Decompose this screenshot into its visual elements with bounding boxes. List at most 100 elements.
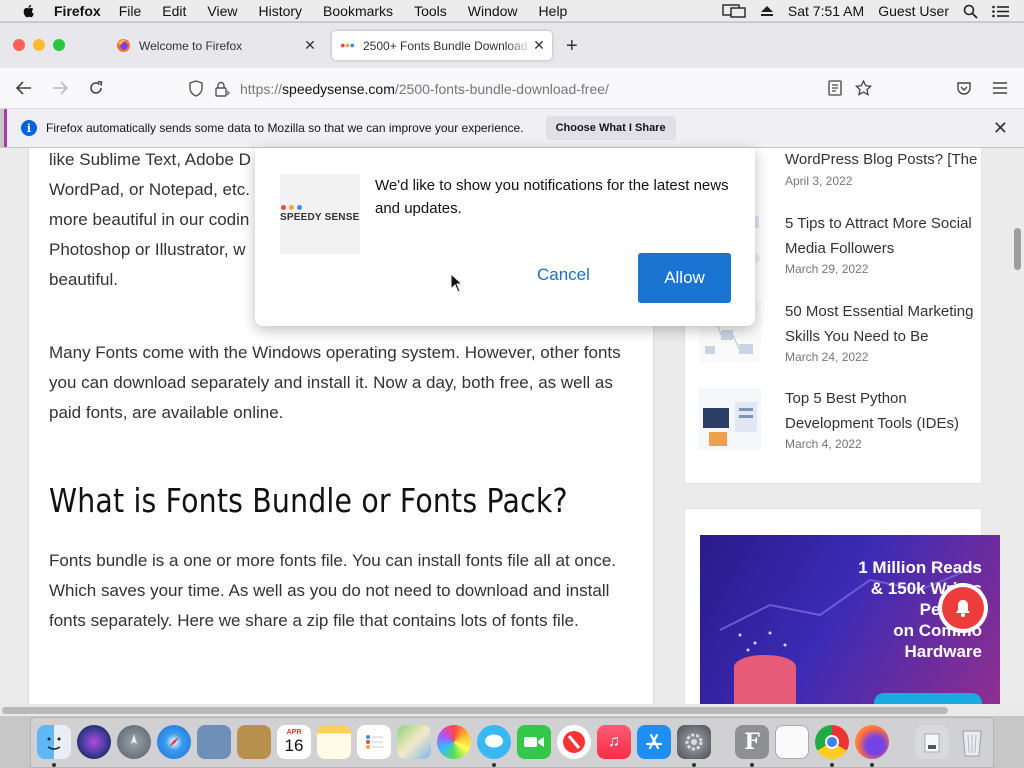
article-paragraph-fonts: Many Fonts come with the Windows operati…: [49, 343, 621, 422]
macos-menubar: Firefox File Edit View History Bookmarks…: [0, 0, 1024, 22]
url-path: /2500-fonts-bundle-download-free/: [394, 80, 609, 97]
database-cylinder-graphic: [734, 655, 796, 704]
preview-icon[interactable]: [197, 725, 231, 759]
safari-icon[interactable]: [157, 725, 191, 759]
post-title[interactable]: 50 Most Essential Marketing Skills You N…: [785, 299, 985, 349]
advertisement-banner[interactable]: 1 Million Reads & 150k Writes Per Sec on…: [700, 535, 1000, 704]
tab-label: 2500+ Fonts Bundle Download Free: [363, 38, 532, 53]
downloads-folder-icon[interactable]: [915, 725, 949, 759]
forward-arrow-icon[interactable]: [49, 77, 71, 99]
reader-view-icon[interactable]: [824, 77, 846, 99]
back-arrow-icon[interactable]: [13, 77, 35, 99]
notes-icon[interactable]: [317, 725, 351, 759]
window-zoom-button[interactable]: [53, 39, 65, 51]
eject-icon[interactable]: [760, 5, 774, 17]
post-date: March 4, 2022: [785, 437, 862, 451]
horizontal-scrollbar[interactable]: [0, 704, 1024, 716]
music-icon[interactable]: ♫: [597, 725, 631, 759]
contacts-icon[interactable]: [237, 725, 271, 759]
system-preferences-icon[interactable]: [677, 725, 711, 759]
tab-close-icon[interactable]: ✕: [532, 37, 546, 54]
tab-label: Welcome to Firefox: [139, 38, 243, 53]
launchpad-icon[interactable]: [117, 725, 151, 759]
mouse-cursor-icon: [450, 273, 464, 293]
url-prefix: https://: [240, 80, 283, 97]
push-notification-prompt: SPEEDY SENSE We'd like to show you notif…: [255, 148, 755, 326]
maps-icon[interactable]: [397, 725, 431, 759]
ad-cta-button[interactable]: [874, 693, 982, 704]
facetime-icon[interactable]: [517, 725, 551, 759]
tab-close-icon[interactable]: ✕: [302, 37, 318, 54]
pocket-icon[interactable]: [953, 77, 975, 99]
app-store-icon[interactable]: [637, 725, 671, 759]
music-note-glyph: ♫: [608, 733, 620, 750]
vertical-scrollbar[interactable]: [1012, 148, 1024, 704]
siri-icon[interactable]: [77, 725, 111, 759]
photos-icon[interactable]: [437, 725, 471, 759]
textedit-icon[interactable]: [775, 725, 809, 759]
tab-fonts-bundle[interactable]: 2500+ Fonts Bundle Download Free ✕: [332, 31, 552, 60]
bookmark-star-icon[interactable]: [852, 77, 874, 99]
address-bar[interactable]: https://speedysense.com/2500-fonts-bundl…: [180, 73, 880, 104]
running-indicator: [492, 763, 496, 767]
menu-help[interactable]: Help: [539, 3, 568, 19]
lock-icon[interactable]: [214, 81, 230, 97]
menu-window[interactable]: Window: [468, 3, 518, 19]
browser-tab-bar: Welcome to Firefox ✕ 2500+ Fonts Bundle …: [0, 23, 1024, 68]
post-title[interactable]: WordPress Blog Posts? [The: [785, 148, 985, 172]
macos-dock: APR 16 ♫ F: [30, 717, 994, 768]
allow-button[interactable]: Allow: [638, 253, 731, 303]
post-date: April 3, 2022: [785, 174, 853, 188]
infobar-close-icon[interactable]: ✕: [993, 118, 1008, 139]
ad-line: Hardware: [904, 642, 982, 661]
speedysense-icon: [340, 43, 355, 48]
post-title[interactable]: 5 Tips to Attract More Social Media Foll…: [785, 211, 985, 261]
menubar-user[interactable]: Guest User: [878, 3, 949, 19]
reload-icon[interactable]: [85, 77, 107, 99]
chrome-icon[interactable]: [815, 725, 849, 759]
menubar-clock[interactable]: Sat 7:51 AM: [788, 3, 864, 19]
menu-history[interactable]: History: [258, 3, 302, 19]
post-title[interactable]: Top 5 Best Python Development Tools (IDE…: [785, 386, 985, 436]
spotlight-search-icon[interactable]: [963, 4, 978, 19]
menu-file[interactable]: File: [119, 3, 142, 19]
font-book-icon[interactable]: F: [735, 725, 769, 759]
tracking-shield-icon[interactable]: [188, 80, 204, 97]
horizontal-scroll-thumb[interactable]: [2, 707, 948, 714]
display-icon[interactable]: [722, 4, 746, 18]
calendar-icon[interactable]: APR 16: [277, 725, 311, 759]
running-indicator: [870, 763, 874, 767]
window-minimize-button[interactable]: [33, 39, 45, 51]
menu-edit[interactable]: Edit: [162, 3, 186, 19]
apple-menu-icon[interactable]: [20, 3, 38, 19]
new-tab-plus-icon[interactable]: +: [566, 35, 578, 58]
messages-icon[interactable]: [477, 725, 511, 759]
finder-icon[interactable]: [37, 725, 71, 759]
window-close-button[interactable]: [13, 39, 25, 51]
app-menu-firefox[interactable]: Firefox: [54, 3, 101, 19]
reminders-icon[interactable]: [357, 725, 391, 759]
menu-bookmarks[interactable]: Bookmarks: [323, 3, 393, 19]
article-paragraph-bundle: Fonts bundle is a one or more fonts file…: [49, 551, 617, 630]
menubar-status-area: Sat 7:51 AM Guest User: [722, 0, 1024, 22]
notification-bell-icon[interactable]: [938, 583, 988, 633]
running-indicator: [692, 763, 696, 767]
browser-navigation-bar: https://speedysense.com/2500-fonts-bundl…: [0, 68, 1024, 109]
info-icon: i: [21, 120, 37, 136]
firefox-dock-icon[interactable]: [855, 725, 889, 759]
running-indicator: [750, 763, 754, 767]
menu-view[interactable]: View: [207, 3, 237, 19]
choose-what-i-share-button[interactable]: Choose What I Share: [545, 116, 676, 140]
menu-tools[interactable]: Tools: [414, 3, 447, 19]
hamburger-menu-icon[interactable]: [989, 77, 1011, 99]
cancel-button[interactable]: Cancel: [537, 265, 590, 285]
trash-icon[interactable]: [955, 725, 989, 759]
control-center-icon[interactable]: [992, 5, 1010, 18]
tab-welcome-to-firefox[interactable]: Welcome to Firefox ✕: [108, 31, 324, 60]
post-thumbnail[interactable]: [699, 388, 761, 450]
news-icon[interactable]: [557, 725, 591, 759]
url-text[interactable]: https://speedysense.com/2500-fonts-bundl…: [240, 81, 609, 97]
running-indicator: [52, 763, 56, 767]
vertical-scroll-thumb[interactable]: [1014, 228, 1021, 270]
running-indicator: [830, 763, 834, 767]
